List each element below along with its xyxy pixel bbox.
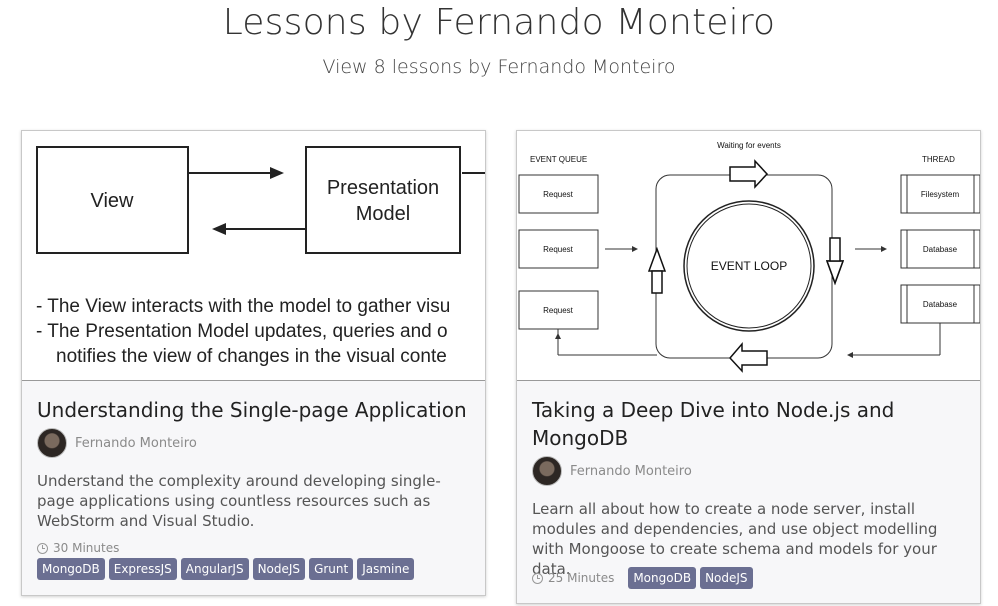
thread-label: THREAD <box>922 155 955 164</box>
bullet-3: notifies the view of changes in the visu… <box>56 346 447 367</box>
clock-icon <box>532 572 543 584</box>
duration: 30 Minutes <box>37 541 119 555</box>
filesystem-label: Filesystem <box>921 190 960 199</box>
tag[interactable]: Jasmine <box>357 558 415 580</box>
author[interactable]: Fernando Monteiro <box>532 456 692 486</box>
waiting-label: Waiting for events <box>717 141 781 150</box>
author-name[interactable]: Fernando Monteiro <box>570 464 692 479</box>
lesson-meta: 25 Minutes MongoDB NodeJS <box>532 567 757 589</box>
presentation-label: Presentation <box>327 177 439 199</box>
database-label: Database <box>923 300 958 309</box>
model-label: Model <box>356 203 410 225</box>
tag[interactable]: MongoDB <box>628 567 697 589</box>
tag[interactable]: Grunt <box>309 558 354 580</box>
tag[interactable]: NodeJS <box>700 567 753 589</box>
author[interactable]: Fernando Monteiro <box>37 428 197 458</box>
lesson-title[interactable]: Understanding the Single-page Applicatio… <box>37 396 477 424</box>
event-loop-diagram-thumbnail: Waiting for events EVENT QUEUE THREAD Re… <box>518 141 980 373</box>
lesson-title[interactable]: Taking a Deep Dive into Node.js and Mong… <box>532 396 952 452</box>
request-label: Request <box>543 190 574 199</box>
bullet-1: - The View interacts with the model to g… <box>36 296 450 317</box>
duration-label: 25 Minutes <box>548 571 615 585</box>
lesson-thumbnail[interactable]: View Presentation Model - The View inter… <box>22 131 485 381</box>
event-loop-label: EVENT LOOP <box>711 259 787 273</box>
duration: 25 Minutes <box>532 571 614 585</box>
tag[interactable]: MongoDB <box>37 558 105 580</box>
tag[interactable]: ExpressJS <box>108 558 177 580</box>
lesson-card[interactable]: View Presentation Model - The View inter… <box>21 130 486 596</box>
tag-list: MongoDB NodeJS <box>628 567 756 589</box>
tag-list: MongoDB ExpressJS AngularJS NodeJS Grunt… <box>37 558 418 580</box>
lesson-card[interactable]: Waiting for events EVENT QUEUE THREAD Re… <box>516 130 981 604</box>
clock-icon <box>37 542 48 554</box>
page-subtitle: View 8 lessons by Fernando Monteiro <box>322 56 676 78</box>
page-title: Lessons by Fernando Monteiro <box>222 2 776 43</box>
view-label: View <box>91 190 135 212</box>
bullet-2: - The Presentation Model updates, querie… <box>36 321 448 342</box>
mvp-diagram-thumbnail: View Presentation Model - The View inter… <box>36 146 485 367</box>
database-label: Database <box>923 245 958 254</box>
duration-label: 30 Minutes <box>53 541 120 555</box>
avatar <box>37 428 67 458</box>
avatar <box>532 456 562 486</box>
tag[interactable]: NodeJS <box>252 558 306 580</box>
request-label: Request <box>543 306 574 315</box>
request-label: Request <box>543 245 574 254</box>
lesson-thumbnail[interactable]: Waiting for events EVENT QUEUE THREAD Re… <box>517 131 980 381</box>
tag[interactable]: AngularJS <box>180 558 249 580</box>
author-name[interactable]: Fernando Monteiro <box>75 436 197 451</box>
event-queue-label: EVENT QUEUE <box>530 155 587 164</box>
lesson-description: Understand the complexity around develop… <box>37 472 441 530</box>
